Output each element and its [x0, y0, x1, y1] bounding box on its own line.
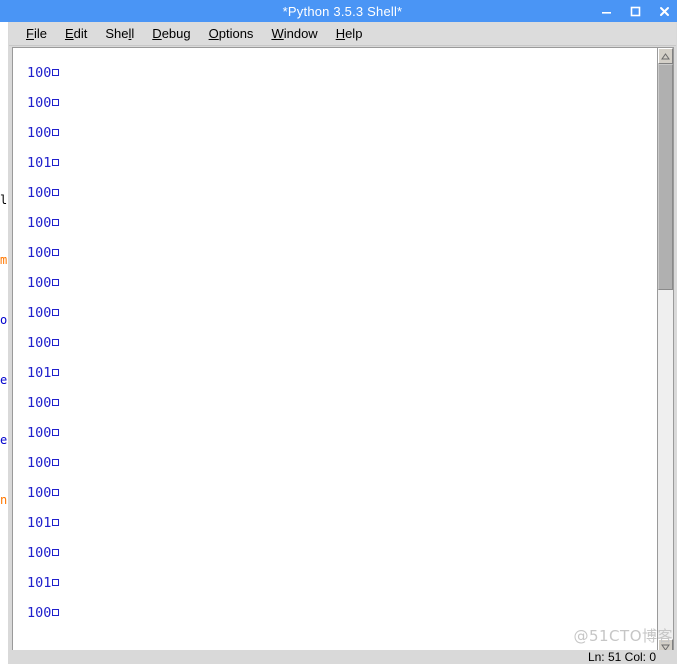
output-value: 101 — [27, 155, 52, 171]
output-value: 101 — [27, 365, 52, 381]
menu-item-debug[interactable]: Debug — [143, 24, 199, 43]
control-char-box-icon — [52, 429, 60, 436]
output-value: 100 — [27, 425, 52, 441]
output-line: 100 — [27, 328, 657, 358]
output-value: 101 — [27, 575, 52, 591]
output-value: 100 — [27, 245, 52, 261]
shell-output-area[interactable]: 100 100 100 101 100 100 100 100 100 100 … — [13, 48, 657, 655]
output-value: 100 — [27, 395, 52, 411]
menu-item-file[interactable]: File — [17, 24, 56, 43]
control-char-box-icon — [52, 549, 60, 556]
output-line: 100 — [27, 58, 657, 88]
output-line: 100 — [27, 238, 657, 268]
output-line: 101 — [27, 568, 657, 598]
control-char-box-icon — [52, 489, 60, 496]
control-char-box-icon — [52, 69, 60, 76]
cursor-position-indicator: Ln: 51 Col: 0 — [587, 650, 656, 664]
control-char-box-icon — [52, 219, 60, 226]
scrollbar-trough[interactable] — [658, 64, 673, 639]
window-controls — [600, 0, 671, 22]
output-line: 100 — [27, 118, 657, 148]
output-value: 100 — [27, 275, 52, 291]
statusbar: Ln: 51 Col: 0 — [12, 650, 674, 664]
output-line: 100 — [27, 448, 657, 478]
control-char-box-icon — [52, 159, 60, 166]
output-line: 100 — [27, 598, 657, 628]
output-value: 100 — [27, 605, 52, 621]
control-char-box-icon — [52, 609, 60, 616]
menu-item-edit[interactable]: Edit — [56, 24, 96, 43]
output-line: 101 — [27, 148, 657, 178]
scroll-up-arrow-icon[interactable] — [658, 48, 673, 64]
output-line: 101 — [27, 358, 657, 388]
menubar: File Edit Shell Debug Options Window Hel… — [9, 22, 676, 46]
control-char-box-icon — [52, 399, 60, 406]
scroll-thumb[interactable] — [658, 64, 673, 290]
output-value: 100 — [27, 305, 52, 321]
output-line: 100 — [27, 478, 657, 508]
output-line: 100 — [27, 88, 657, 118]
output-line: 100 — [27, 298, 657, 328]
window-title: *Python 3.5.3 Shell* — [282, 3, 403, 19]
output-value: 100 — [27, 335, 52, 351]
output-value: 100 — [27, 485, 52, 501]
desktop-background: le mp or el el n: *Python 3.5.3 Shell* — [0, 0, 677, 664]
output-line: 100 — [27, 208, 657, 238]
output-value: 100 — [27, 65, 52, 81]
control-char-box-icon — [52, 369, 60, 376]
close-button[interactable] — [658, 5, 671, 18]
control-char-box-icon — [52, 309, 60, 316]
output-value: 100 — [27, 125, 52, 141]
output-line: 100 — [27, 418, 657, 448]
minimize-button[interactable] — [600, 5, 613, 18]
control-char-box-icon — [52, 279, 60, 286]
control-char-box-icon — [52, 519, 60, 526]
control-char-box-icon — [52, 129, 60, 136]
control-char-box-icon — [52, 189, 60, 196]
output-value: 100 — [27, 545, 52, 561]
menu-item-help[interactable]: Help — [327, 24, 372, 43]
shell-text-frame: 100 100 100 101 100 100 100 100 100 100 … — [12, 47, 674, 656]
output-line: 100 — [27, 268, 657, 298]
python-shell-window: *Python 3.5.3 Shell* File Edit Shell Deb… — [8, 0, 677, 664]
output-line: 100 — [27, 538, 657, 568]
maximize-button[interactable] — [629, 5, 642, 18]
output-value: 100 — [27, 95, 52, 111]
menu-item-shell[interactable]: Shell — [96, 24, 143, 43]
output-value: 100 — [27, 215, 52, 231]
output-line: 100 — [27, 178, 657, 208]
control-char-box-icon — [52, 579, 60, 586]
output-value: 101 — [27, 515, 52, 531]
vertical-scrollbar[interactable] — [657, 48, 673, 655]
window-titlebar[interactable]: *Python 3.5.3 Shell* — [8, 0, 677, 22]
menu-item-window[interactable]: Window — [262, 24, 326, 43]
output-line: 100 — [27, 388, 657, 418]
menu-item-options[interactable]: Options — [200, 24, 263, 43]
control-char-box-icon — [52, 459, 60, 466]
control-char-box-icon — [52, 99, 60, 106]
output-value: 100 — [27, 455, 52, 471]
control-char-box-icon — [52, 249, 60, 256]
output-value: 100 — [27, 185, 52, 201]
control-char-box-icon — [52, 339, 60, 346]
output-line: 101 — [27, 508, 657, 538]
